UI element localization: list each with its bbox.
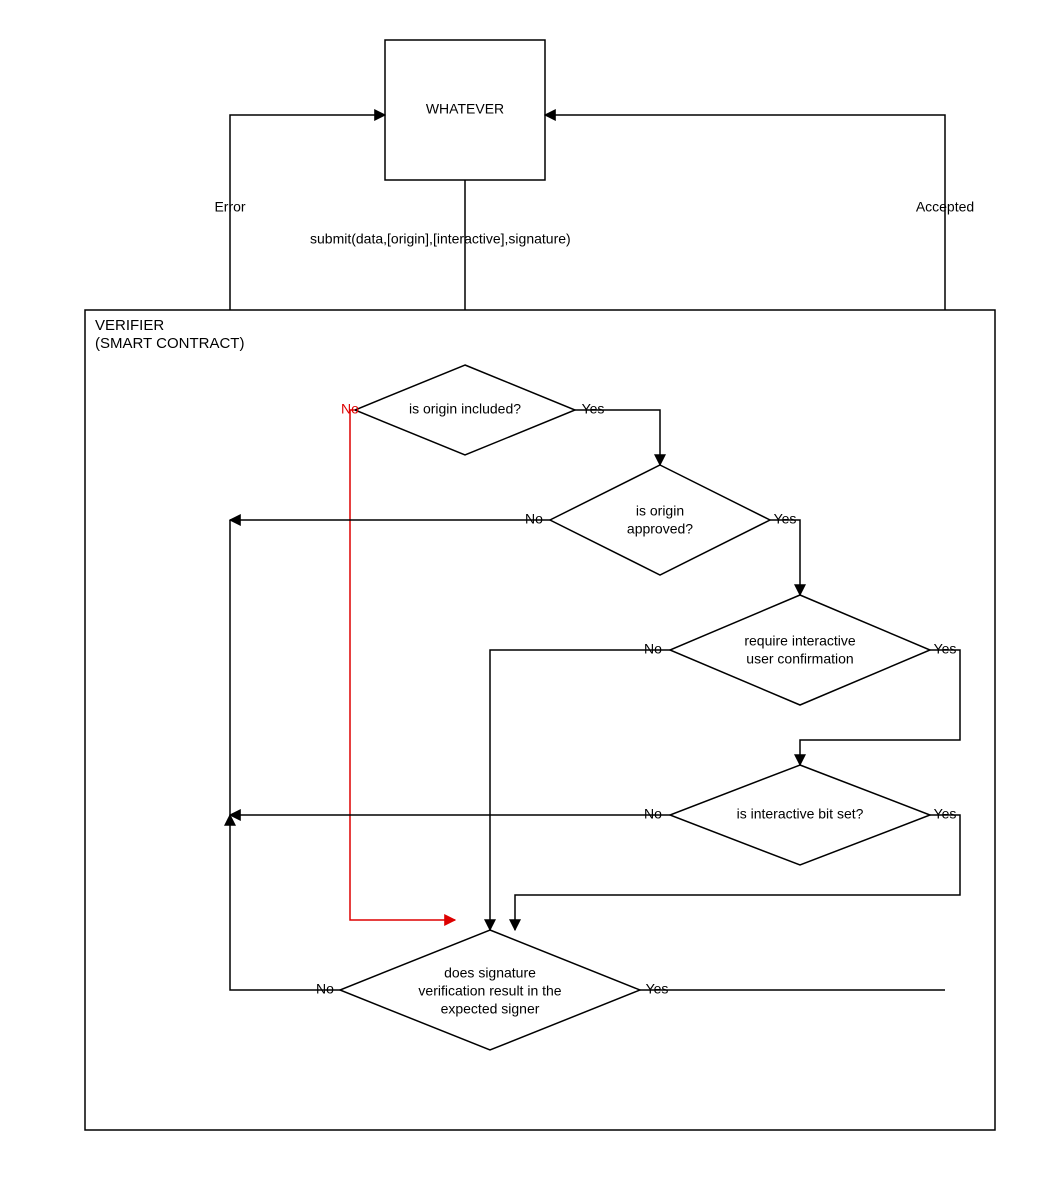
diamond-signature-l3: expected signer — [441, 1001, 540, 1017]
diamond-require-interactive-l1: require interactive — [744, 633, 855, 649]
submit-label: submit(data,[origin],[interactive],signa… — [310, 231, 571, 247]
label-d5-no: No — [316, 981, 334, 997]
diamond-interactive-bit-label: is interactive bit set? — [737, 806, 864, 822]
verifier-title1: VERIFIER — [95, 317, 164, 334]
label-d1-no: No — [341, 401, 359, 417]
whatever-label: WHATEVER — [426, 101, 504, 117]
verifier-title2: (SMART CONTRACT) — [95, 335, 244, 352]
diamond-origin-approved-l1: is origin — [636, 503, 684, 519]
diamond-origin-approved-l2: approved? — [627, 521, 693, 537]
diamond-require-interactive-l2: user confirmation — [746, 651, 853, 667]
label-d2-yes: Yes — [774, 511, 797, 527]
label-d2-no: No — [525, 511, 543, 527]
flowchart: WHATEVER submit(data,[origin],[interacti… — [0, 0, 1040, 1180]
error-label: Error — [214, 199, 245, 215]
label-d3-yes: Yes — [934, 641, 957, 657]
label-d3-no: No — [644, 641, 662, 657]
diamond-signature-l2: verification result in the — [418, 983, 561, 999]
diamond-origin-included-label: is origin included? — [409, 401, 521, 417]
label-d4-yes: Yes — [934, 806, 957, 822]
label-d5-yes: Yes — [646, 981, 669, 997]
accepted-label: Accepted — [916, 199, 974, 215]
label-d1-yes: Yes — [582, 401, 605, 417]
diamond-signature-l1: does signature — [444, 965, 536, 981]
label-d4-no: No — [644, 806, 662, 822]
